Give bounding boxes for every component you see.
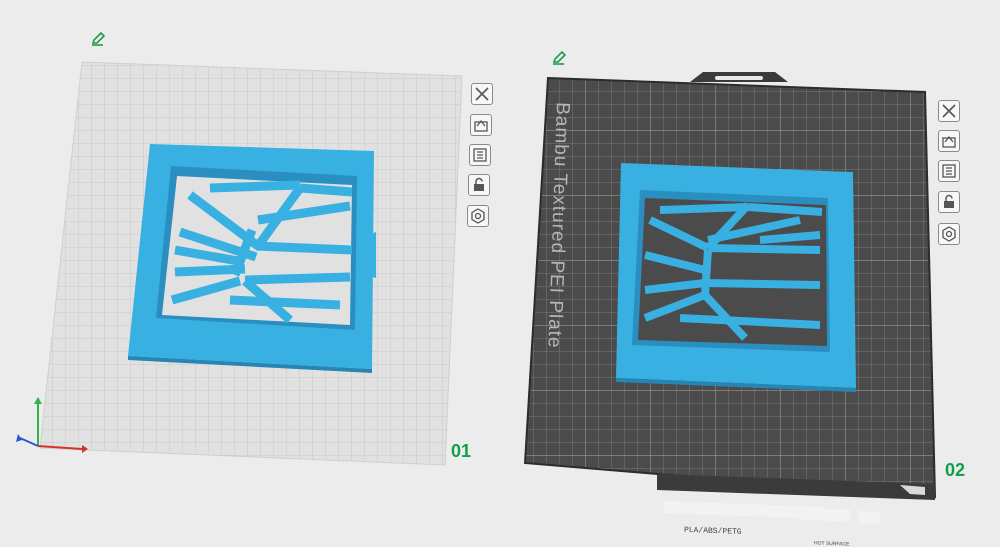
pencil-icon[interactable] <box>90 31 106 47</box>
lock-icon <box>474 177 484 191</box>
arrange-icon <box>474 119 488 132</box>
arrange-button[interactable] <box>938 130 960 152</box>
svg-text:PLA/ABS/PETG: PLA/ABS/PETG <box>684 526 742 537</box>
plate-settings-icon <box>942 164 956 178</box>
plate-index-label: 01 <box>451 441 472 461</box>
model-object-01[interactable] <box>128 144 376 373</box>
svg-text:HOT SURFACE: HOT SURFACE <box>814 540 850 547</box>
hex-gear-icon <box>942 226 956 242</box>
viewport-3d[interactable]: Bambu Textured PEI Plate PLA/ABS/PETG HO… <box>0 0 1000 547</box>
plate-index-label: 02 <box>945 460 966 480</box>
plate-settings-button[interactable] <box>938 160 960 182</box>
lock-plate-button[interactable] <box>468 174 490 196</box>
remove-plate-button[interactable] <box>938 100 960 122</box>
plate-settings-icon <box>473 148 487 162</box>
plate-02[interactable]: Bambu Textured PEI Plate PLA/ABS/PETG HO… <box>523 72 937 547</box>
plate-label-strip: PLA/ABS/PETG HOT SURFACE <box>657 474 935 547</box>
lock-plate-button[interactable] <box>938 191 960 213</box>
arrange-icon <box>942 135 956 148</box>
plate-gear-button[interactable] <box>467 205 489 227</box>
close-icon <box>475 87 489 101</box>
arrange-button[interactable] <box>470 114 492 136</box>
remove-plate-button[interactable] <box>471 83 493 105</box>
model-object-02[interactable] <box>616 163 856 392</box>
lock-icon <box>944 194 954 208</box>
hex-gear-icon <box>471 208 485 224</box>
plate-01[interactable] <box>16 61 463 466</box>
plate-gear-button[interactable] <box>938 223 960 245</box>
close-icon <box>942 104 956 118</box>
plate-settings-button[interactable] <box>469 144 491 166</box>
pencil-icon[interactable] <box>551 50 567 66</box>
